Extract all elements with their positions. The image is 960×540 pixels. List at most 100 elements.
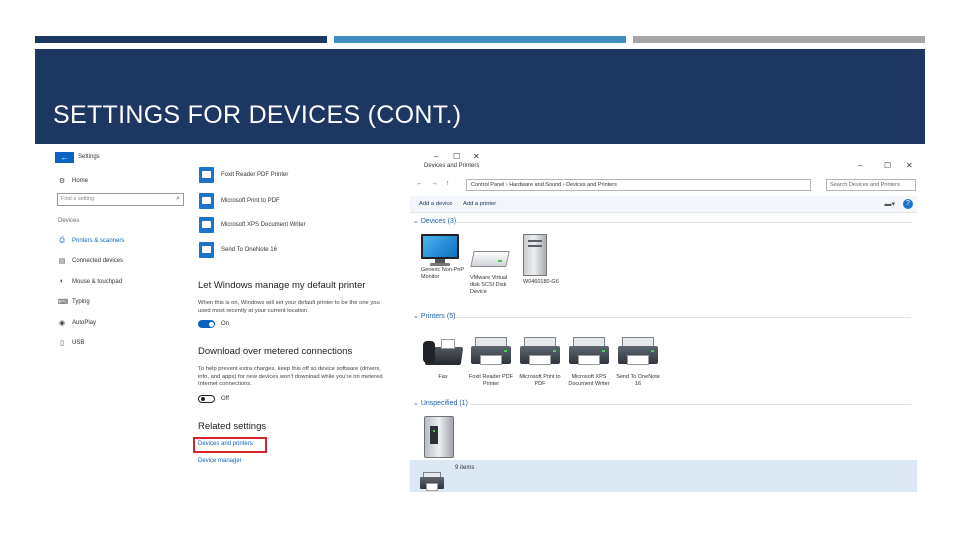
printer-label: Microsoft Print to PDF [519, 374, 561, 387]
slide-title: SETTINGS FOR DEVICES (CONT.) [53, 101, 462, 129]
group-divider [455, 317, 911, 318]
outer-minimize-button[interactable]: – [434, 152, 438, 161]
find-setting-input[interactable]: Find a setting ⌕ [57, 193, 184, 206]
nav-item-autoplay[interactable]: ◉ AutoPlay [58, 319, 96, 327]
nav-item-label: Printers & scanners [72, 238, 125, 244]
device-computer[interactable]: W0460180-G6 [523, 234, 571, 286]
printer-onenote[interactable]: Send To OneNote 16 [614, 337, 662, 388]
add-device-button[interactable]: Add a device [419, 201, 453, 207]
metered-description: To help prevent extra charges, keep this… [198, 366, 383, 388]
title-bar: – ☐ ✕ Devices and Printers – ☐ ✕ [410, 152, 917, 174]
group-unspecified[interactable]: ⌄ Unspecified (1) [413, 399, 468, 407]
close-button[interactable]: ✕ [906, 161, 913, 170]
computer-tower-icon [523, 234, 549, 276]
printer-icon [199, 217, 214, 233]
printer-label: Fax [438, 374, 448, 380]
group-divider [470, 404, 911, 405]
printer-icon [520, 337, 560, 371]
mouse-icon: ◐ [59, 278, 65, 285]
device-label: VMware Virtual disk SCSI Disk Device [470, 275, 508, 295]
printer-foxit[interactable]: Foxit Reader PDF Printer [467, 337, 515, 388]
printer-item-onenote[interactable]: Send To OneNote 16 [199, 242, 277, 258]
printer-icon [199, 167, 214, 183]
group-label: Printers (5) [420, 313, 456, 320]
server-icon [424, 416, 456, 458]
nav-item-label: Home [72, 178, 89, 184]
printer-print-to-pdf[interactable]: Microsoft Print to PDF [516, 337, 564, 388]
nav-item-connected-devices[interactable]: ▤ Connected devices [58, 257, 123, 265]
view-options-icon[interactable]: ▬▾ [884, 200, 895, 208]
nav-item-label: AutoPlay [72, 320, 97, 326]
group-label: Devices (3) [420, 218, 457, 225]
default-printer-description: When this is on, Windows will set your d… [198, 300, 380, 314]
device-server[interactable] [424, 416, 472, 458]
accent-bar-blue [334, 36, 626, 43]
address-row: ← → ↑ Control Panel › Hardware and Sound… [414, 179, 916, 191]
device-label: Generic Non-PnP Monitor [421, 267, 465, 280]
search-placeholder: Search Devices and Printers [830, 182, 900, 188]
search-icon[interactable]: ⌕ [176, 195, 180, 203]
nav-item-label: USB [72, 340, 85, 346]
monitor-icon [421, 234, 459, 266]
printer-label: Send To OneNote 16 [616, 374, 660, 387]
default-printer-toggle[interactable]: On [198, 320, 229, 328]
usb-icon: ▯ [60, 340, 64, 347]
printer-item-xps-writer[interactable]: Microsoft XPS Document Writer [199, 217, 306, 233]
keyboard-icon: ⌨ [58, 299, 69, 306]
printer-label: Microsoft XPS Document Writer [221, 222, 306, 228]
group-printers[interactable]: ⌄ Printers (5) [413, 312, 455, 320]
device-manager-link[interactable]: Device manager [198, 458, 242, 464]
title-band: SETTINGS FOR DEVICES (CONT.) [35, 49, 925, 144]
printer-icon [471, 337, 511, 371]
device-monitor[interactable]: Generic Non-PnP Monitor [421, 234, 469, 281]
settings-title: Settings [78, 154, 100, 160]
add-printer-button[interactable]: Add a printer [463, 201, 496, 207]
status-bar: 9 items [410, 460, 917, 492]
outer-maximize-button[interactable]: ☐ [453, 152, 460, 161]
devices-icon: ▤ [58, 258, 66, 265]
toggle-switch-off[interactable] [198, 395, 215, 403]
outer-close-button[interactable]: ✕ [473, 152, 480, 161]
nav-item-label: Mouse & touchpad [72, 278, 123, 285]
printer-label: Foxit Reader PDF Printer [221, 172, 289, 178]
metered-toggle[interactable]: Off [198, 395, 229, 403]
accent-bar-gray [633, 36, 925, 43]
maximize-button[interactable]: ☐ [884, 161, 891, 170]
window-search-input[interactable]: Search Devices and Printers [826, 179, 916, 191]
section-label: Devices [58, 218, 80, 224]
device-virtual-disk[interactable]: VMware Virtual disk SCSI Disk Device [470, 242, 518, 296]
metered-heading: Download over metered connections [198, 346, 353, 357]
printer-item-print-to-pdf[interactable]: Microsoft Print to PDF [199, 193, 280, 209]
nav-item-label: Connected devices [72, 258, 124, 264]
command-bar: Add a device Add a printer ▬▾ ? [410, 196, 917, 213]
nav-item-printers-scanners[interactable]: ⎙ Printers & scanners [58, 237, 124, 245]
window-title: Devices and Printers [424, 163, 480, 169]
printer-fax[interactable]: Fax [419, 337, 467, 381]
toggle-label: On [221, 321, 230, 327]
printer-icon [618, 337, 658, 371]
devices-printers-window: – ☐ ✕ Devices and Printers – ☐ ✕ ← → ↑ C… [410, 152, 917, 492]
accent-bar-navy [35, 36, 327, 43]
toggle-switch-on[interactable] [198, 320, 215, 328]
nav-item-mouse-touchpad[interactable]: ◐ Mouse & touchpad [58, 278, 122, 285]
printer-label: Microsoft Print to PDF [221, 198, 280, 204]
toggle-label: Off [221, 396, 229, 402]
printer-xps-writer[interactable]: Microsoft XPS Document Writer [565, 337, 613, 388]
nav-item-home[interactable]: ⚙ Home [58, 177, 88, 185]
nav-item-usb[interactable]: ▯ USB [58, 339, 84, 347]
printer-icon [199, 242, 214, 258]
nav-item-typing[interactable]: ⌨ Typing [58, 298, 90, 306]
printer-icon: ⎙ [59, 237, 65, 244]
help-icon[interactable]: ? [903, 199, 913, 209]
highlight-box [193, 437, 267, 453]
disk-drive-icon [470, 242, 510, 272]
printer-item-foxit[interactable]: Foxit Reader PDF Printer [199, 167, 288, 183]
back-button[interactable]: ← [55, 152, 74, 163]
group-label: Unspecified (1) [420, 400, 468, 407]
breadcrumb: Control Panel › Hardware and Sound › Dev… [471, 182, 617, 188]
autoplay-icon: ◉ [58, 320, 66, 327]
minimize-button[interactable]: – [858, 161, 862, 170]
navigation-arrows-icon[interactable]: ← → ↑ [416, 180, 452, 187]
address-bar[interactable]: Control Panel › Hardware and Sound › Dev… [466, 179, 811, 191]
group-devices[interactable]: ⌄ Devices (3) [413, 217, 456, 225]
